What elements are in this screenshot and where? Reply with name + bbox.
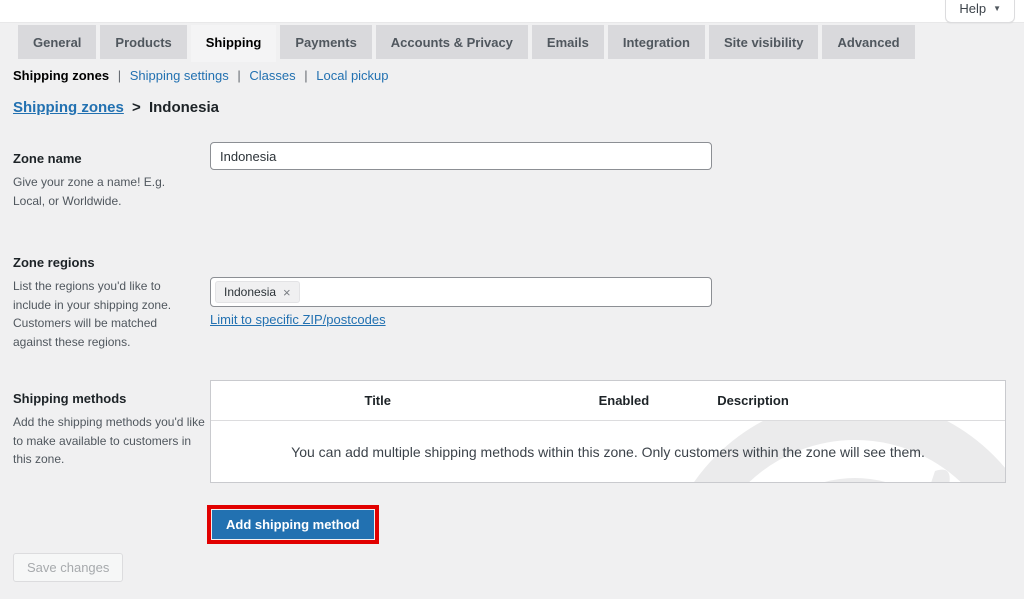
breadcrumb: Shipping zones > Indonesia — [13, 99, 219, 116]
save-changes-button[interactable]: Save changes — [13, 553, 123, 582]
remove-region-icon[interactable]: × — [283, 286, 291, 299]
zone-name-label: Zone name — [13, 151, 82, 166]
subnav-separator: | — [118, 68, 121, 83]
zone-regions-label: Zone regions — [13, 255, 95, 270]
empty-methods-message: You can add multiple shipping methods wi… — [291, 444, 925, 460]
tab-site-visibility[interactable]: Site visibility — [709, 25, 818, 59]
tab-payments[interactable]: Payments — [280, 25, 371, 59]
tab-advanced[interactable]: Advanced — [822, 25, 914, 59]
zone-name-input[interactable] — [210, 142, 712, 170]
column-header-enabled: Enabled — [544, 393, 703, 408]
add-shipping-method-button[interactable]: Add shipping method — [212, 510, 374, 539]
tab-integration[interactable]: Integration — [608, 25, 705, 59]
column-header-description: Description — [703, 393, 1005, 408]
subnav-separator: | — [304, 68, 307, 83]
subnav-separator: | — [237, 68, 240, 83]
region-tag-label: Indonesia — [224, 285, 276, 299]
breadcrumb-separator: > — [132, 99, 141, 116]
column-header-title: Title — [211, 393, 544, 408]
tab-shipping[interactable]: Shipping — [191, 25, 277, 62]
tab-products[interactable]: Products — [100, 25, 186, 59]
region-tag-indonesia: Indonesia × — [215, 281, 300, 303]
help-button-label: Help — [959, 1, 986, 16]
subnav-item-local-pickup[interactable]: Local pickup — [316, 68, 388, 83]
help-button[interactable]: Help ▼ — [945, 0, 1015, 23]
annotation-highlight-box: Add shipping method — [207, 505, 379, 544]
shipping-methods-label: Shipping methods — [13, 391, 126, 406]
shipping-methods-empty-row: You can add multiple shipping methods wi… — [211, 421, 1005, 482]
tab-general[interactable]: General — [18, 25, 96, 59]
shipping-methods-table-header: Title Enabled Description — [211, 381, 1005, 421]
subnav-item-shipping-zones[interactable]: Shipping zones — [13, 68, 109, 83]
chevron-down-icon: ▼ — [993, 5, 1001, 13]
tab-accounts-privacy[interactable]: Accounts & Privacy — [376, 25, 528, 59]
subnav-item-classes[interactable]: Classes — [249, 68, 295, 83]
tab-emails[interactable]: Emails — [532, 25, 604, 59]
zone-regions-select[interactable]: Indonesia × — [210, 277, 712, 307]
zone-regions-description: List the regions you'd like to include i… — [13, 277, 199, 351]
shipping-methods-table: Title Enabled Description You can add mu… — [210, 380, 1006, 483]
breadcrumb-current-zone: Indonesia — [149, 99, 219, 116]
subnav-item-shipping-settings[interactable]: Shipping settings — [130, 68, 229, 83]
shipping-methods-description: Add the shipping methods you'd like to m… — [13, 413, 209, 469]
settings-tab-bar: General Products Shipping Payments Accou… — [18, 25, 915, 62]
zone-name-description: Give your zone a name! E.g. Local, or Wo… — [13, 173, 185, 210]
shipping-subnav: Shipping zones | Shipping settings | Cla… — [13, 68, 389, 83]
breadcrumb-shipping-zones-link[interactable]: Shipping zones — [13, 99, 124, 116]
limit-zip-postcodes-link[interactable]: Limit to specific ZIP/postcodes — [210, 312, 386, 327]
admin-top-bar: Help ▼ — [0, 0, 1024, 23]
